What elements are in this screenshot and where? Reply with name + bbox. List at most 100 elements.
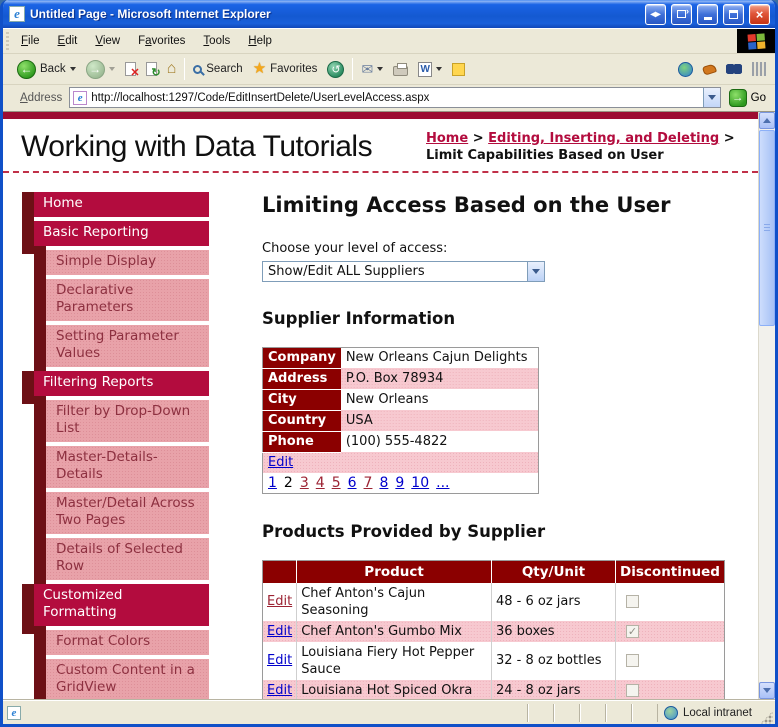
- pager-next-ellipsis[interactable]: ...: [436, 475, 449, 491]
- supplier-edit-link[interactable]: Edit: [268, 455, 293, 470]
- sidebar-item-basic-reporting[interactable]: Basic Reporting: [22, 220, 209, 254]
- product-edit-link[interactable]: Edit: [267, 594, 292, 609]
- scroll-up-button[interactable]: [759, 112, 775, 129]
- menu-edit[interactable]: Edit: [49, 29, 87, 53]
- table-row: Country USA: [262, 410, 539, 432]
- sidebar-item-customized-formatting[interactable]: Customized Formatting: [22, 583, 209, 634]
- supplier-details-table: Company New Orleans Cajun Delights Addre…: [262, 346, 539, 494]
- vertical-scrollbar[interactable]: [758, 112, 775, 699]
- go-label: Go: [750, 91, 766, 104]
- addon-tool-button[interactable]: [698, 62, 721, 76]
- address-dropdown-button[interactable]: [702, 88, 720, 107]
- supplier-city-value: New Orleans: [345, 391, 429, 407]
- scroll-down-button[interactable]: [759, 682, 775, 699]
- sidebar-item-filtering-reports[interactable]: Filtering Reports: [22, 370, 209, 404]
- supplier-phone-value: (100) 555-4822: [345, 433, 448, 449]
- pager-page-5[interactable]: 5: [332, 475, 341, 491]
- menu-tools[interactable]: Tools: [194, 29, 239, 53]
- sidebar-item-details-of-selected-row[interactable]: Details of Selected Row: [46, 537, 209, 580]
- mail-button[interactable]: ✉: [356, 61, 388, 77]
- maximize-button[interactable]: [723, 3, 744, 25]
- discuss-button[interactable]: [447, 61, 470, 78]
- status-page-icon: e: [7, 705, 21, 720]
- detach-button[interactable]: [671, 3, 692, 25]
- status-segment: [604, 703, 631, 722]
- pager-page-6[interactable]: 6: [348, 475, 357, 491]
- resize-grip[interactable]: [760, 711, 773, 724]
- maximize-icon: [729, 9, 738, 19]
- product-name: Louisiana Fiery Hot Pepper Sauce: [296, 641, 492, 680]
- sidebar-item-custom-content-gridview[interactable]: Custom Content in a GridView: [46, 658, 209, 699]
- stop-button[interactable]: ✕: [120, 60, 141, 79]
- sidebar-item-simple-display[interactable]: Simple Display: [46, 249, 209, 275]
- word-dropdown-icon[interactable]: [436, 67, 443, 71]
- browser-window: e Untitled Page - Microsoft Internet Exp…: [0, 0, 778, 727]
- mail-dropdown-icon[interactable]: [377, 67, 384, 71]
- print-icon: [393, 62, 409, 76]
- menu-help[interactable]: Help: [239, 29, 281, 53]
- close-button[interactable]: ×: [749, 3, 770, 25]
- back-label: Back: [40, 63, 66, 75]
- pager-page-7[interactable]: 7: [364, 475, 373, 491]
- windows-logo-throbber: [737, 29, 775, 53]
- scrollbar-thumb[interactable]: [759, 130, 775, 326]
- product-qty: 36 boxes: [490, 620, 616, 642]
- back-button[interactable]: ← Back: [12, 58, 81, 81]
- pager-page-3[interactable]: 3: [300, 475, 309, 491]
- sidebar-item-home[interactable]: Home: [22, 191, 209, 225]
- nav-arrows-button[interactable]: ◂▸: [645, 3, 666, 25]
- breadcrumb: Home > Editing, Inserting, and Deleting …: [426, 131, 735, 163]
- menu-view[interactable]: View: [86, 29, 129, 53]
- windows-flag-icon: [746, 32, 766, 50]
- sidebar-item-setting-parameter-values[interactable]: Setting Parameter Values: [46, 324, 209, 367]
- sidebar-item-master-details-details[interactable]: Master-Details-Details: [46, 445, 209, 488]
- sidebar-item-master-detail-two-pages[interactable]: Master/Detail Across Two Pages: [46, 491, 209, 534]
- edit-row: Edit: [262, 452, 539, 473]
- home-button[interactable]: ⌂: [162, 60, 182, 78]
- breadcrumb-section-link[interactable]: Editing, Inserting, and Deleting: [488, 131, 719, 146]
- menu-file[interactable]: File: [12, 29, 49, 53]
- menu-bar: File Edit View Favorites Tools Help: [3, 28, 775, 54]
- sidebar-item-format-colors[interactable]: Format Colors: [46, 629, 209, 655]
- supplier-address-value: P.O. Box 78934: [345, 370, 444, 386]
- table-row: Edit Louisiana Fiery Hot Pepper Sauce 32…: [263, 641, 725, 680]
- refresh-button[interactable]: ↻: [141, 60, 162, 79]
- addon-messenger-button[interactable]: [747, 60, 771, 78]
- sidebar-item-filter-by-dropdown-list[interactable]: Filter by Drop-Down List: [46, 399, 209, 442]
- menu-favorites[interactable]: Favorites: [129, 29, 194, 53]
- edit-with-word-button[interactable]: W: [413, 60, 447, 79]
- pager-page-10[interactable]: 10: [411, 475, 429, 491]
- stop-icon: ✕: [124, 62, 140, 79]
- search-button[interactable]: Search: [188, 61, 247, 77]
- status-segment: [630, 703, 657, 722]
- discontinued-checkbox: [626, 683, 639, 697]
- minimize-button[interactable]: [697, 3, 718, 25]
- select-dropdown-button[interactable]: [527, 261, 544, 281]
- go-button[interactable]: → Go: [726, 88, 772, 108]
- address-input[interactable]: [87, 91, 703, 104]
- scrollbar-track[interactable]: [759, 129, 775, 682]
- status-bar: e Local intranet: [3, 699, 775, 724]
- pager-page-8[interactable]: 8: [379, 475, 388, 491]
- addon-research-button[interactable]: [721, 62, 747, 76]
- print-button[interactable]: [388, 61, 413, 78]
- table-row: Company New Orleans Cajun Delights: [262, 347, 539, 369]
- access-level-select[interactable]: Show/Edit ALL Suppliers: [262, 260, 545, 282]
- sidebar-item-declarative-parameters[interactable]: Declarative Parameters: [46, 278, 209, 321]
- pager-page-4[interactable]: 4: [316, 475, 325, 491]
- back-dropdown-icon[interactable]: [69, 67, 76, 71]
- pager-page-9[interactable]: 9: [395, 475, 404, 491]
- product-edit-link[interactable]: Edit: [267, 653, 292, 668]
- favorites-button[interactable]: ★ Favorites: [248, 60, 323, 78]
- mail-icon: ✉: [361, 61, 374, 77]
- history-button[interactable]: ↺: [322, 59, 349, 80]
- pager-page-1[interactable]: 1: [268, 475, 277, 491]
- breadcrumb-home-link[interactable]: Home: [426, 131, 468, 146]
- menu-gripper[interactable]: [5, 32, 10, 50]
- product-edit-link[interactable]: Edit: [267, 624, 292, 639]
- addon-globe-button[interactable]: [673, 60, 698, 79]
- product-edit-link[interactable]: Edit: [267, 683, 292, 698]
- forward-button[interactable]: →: [81, 58, 120, 81]
- sidebar-nav: Home Basic Reporting Simple Display Decl…: [22, 191, 209, 699]
- chevron-down-icon: [532, 268, 540, 274]
